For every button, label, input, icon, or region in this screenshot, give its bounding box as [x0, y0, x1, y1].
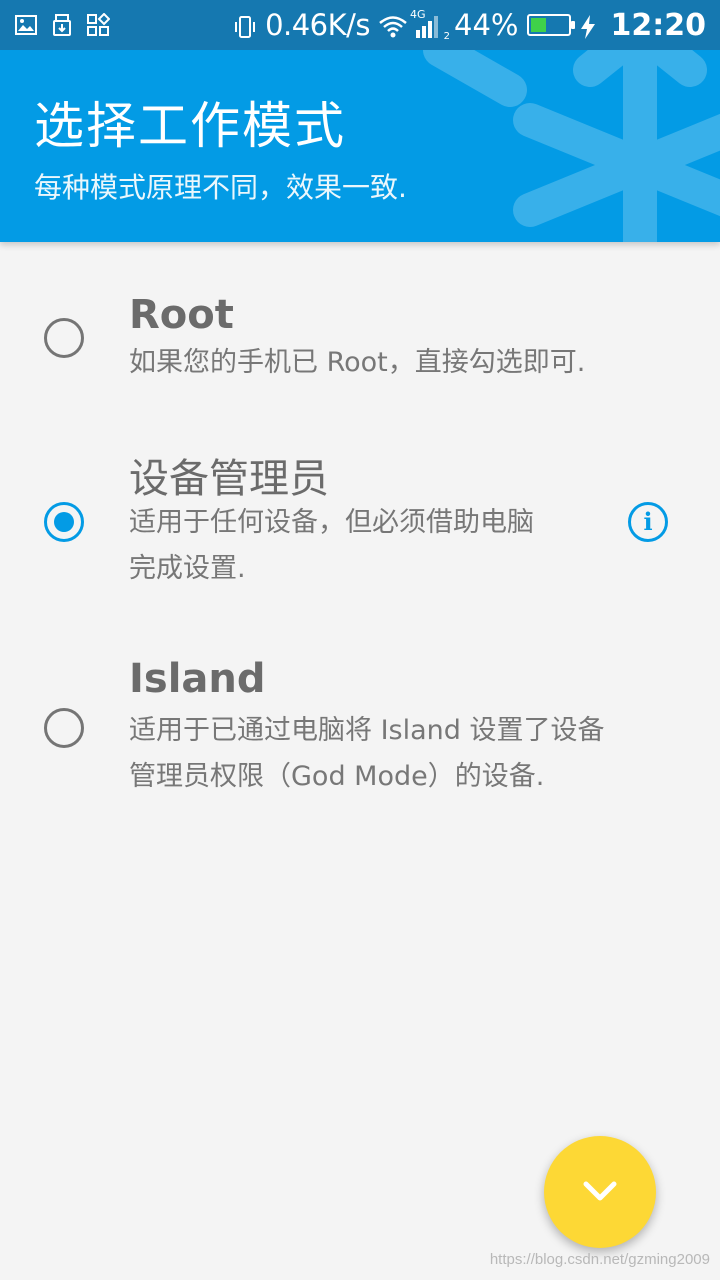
usb-icon — [50, 13, 74, 37]
option-island-description-line-2: 管理员权限（God Mode）的设备. — [129, 761, 545, 792]
option-island-title: Island — [129, 656, 266, 702]
chevron-down-icon — [583, 1181, 617, 1201]
info-icon[interactable]: i — [628, 502, 668, 542]
watermark: https://blog.csdn.net/gzming2009 — [489, 1251, 710, 1268]
option-island[interactable]: Island 适用于已通过电脑将 Island 设置了设备 管理员权限（God … — [0, 650, 720, 810]
page-title: 选择工作模式 — [34, 97, 346, 155]
signal-group: 4G 2 — [410, 8, 450, 42]
option-device-admin-description-line-2: 完成设置. — [129, 553, 246, 584]
page-header: 选择工作模式 每种模式原理不同，效果一致. — [0, 50, 720, 242]
option-island-description-line-1: 适用于已通过电脑将 Island 设置了设备 — [129, 715, 605, 746]
snowflake-decoration-icon — [423, 50, 720, 242]
image-icon — [14, 13, 38, 37]
option-root[interactable]: Root 如果您的手机已 Root，直接勾选即可. — [0, 280, 720, 400]
wifi-icon — [378, 13, 407, 38]
clock: 12:20 — [610, 7, 707, 43]
status-bar: 0.46K/s 4G 2 44% 12:20 — [0, 0, 720, 50]
option-root-title: Root — [129, 292, 234, 338]
option-root-description: 如果您的手机已 Root，直接勾选即可. — [129, 347, 586, 378]
option-device-admin-description-line-1: 适用于任何设备，但必须借助电脑 — [129, 507, 534, 538]
vibrate-icon — [233, 13, 257, 38]
option-device-admin-title: 设备管理员 — [129, 456, 329, 502]
battery-percent: 44% — [454, 8, 519, 42]
next-fab-button[interactable] — [544, 1136, 656, 1248]
net-speed: 0.46K/s — [265, 8, 371, 42]
page-subtitle: 每种模式原理不同，效果一致. — [34, 171, 407, 204]
status-bar-right: 0.46K/s 4G 2 44% 12:20 — [233, 8, 706, 43]
radio-root[interactable] — [44, 318, 84, 358]
option-device-admin[interactable]: 设备管理员 适用于任何设备，但必须借助电脑 完成设置. i — [0, 440, 720, 600]
radio-selected-dot — [54, 512, 74, 532]
app-grid-icon — [86, 12, 111, 37]
battery-icon — [526, 14, 575, 36]
radio-device-admin[interactable] — [44, 502, 84, 542]
charging-bolt-icon — [579, 13, 603, 39]
sim-slot: 2 — [443, 31, 451, 42]
radio-island[interactable] — [44, 708, 84, 748]
signal-icon — [416, 16, 439, 38]
status-bar-left-icons — [14, 12, 111, 37]
